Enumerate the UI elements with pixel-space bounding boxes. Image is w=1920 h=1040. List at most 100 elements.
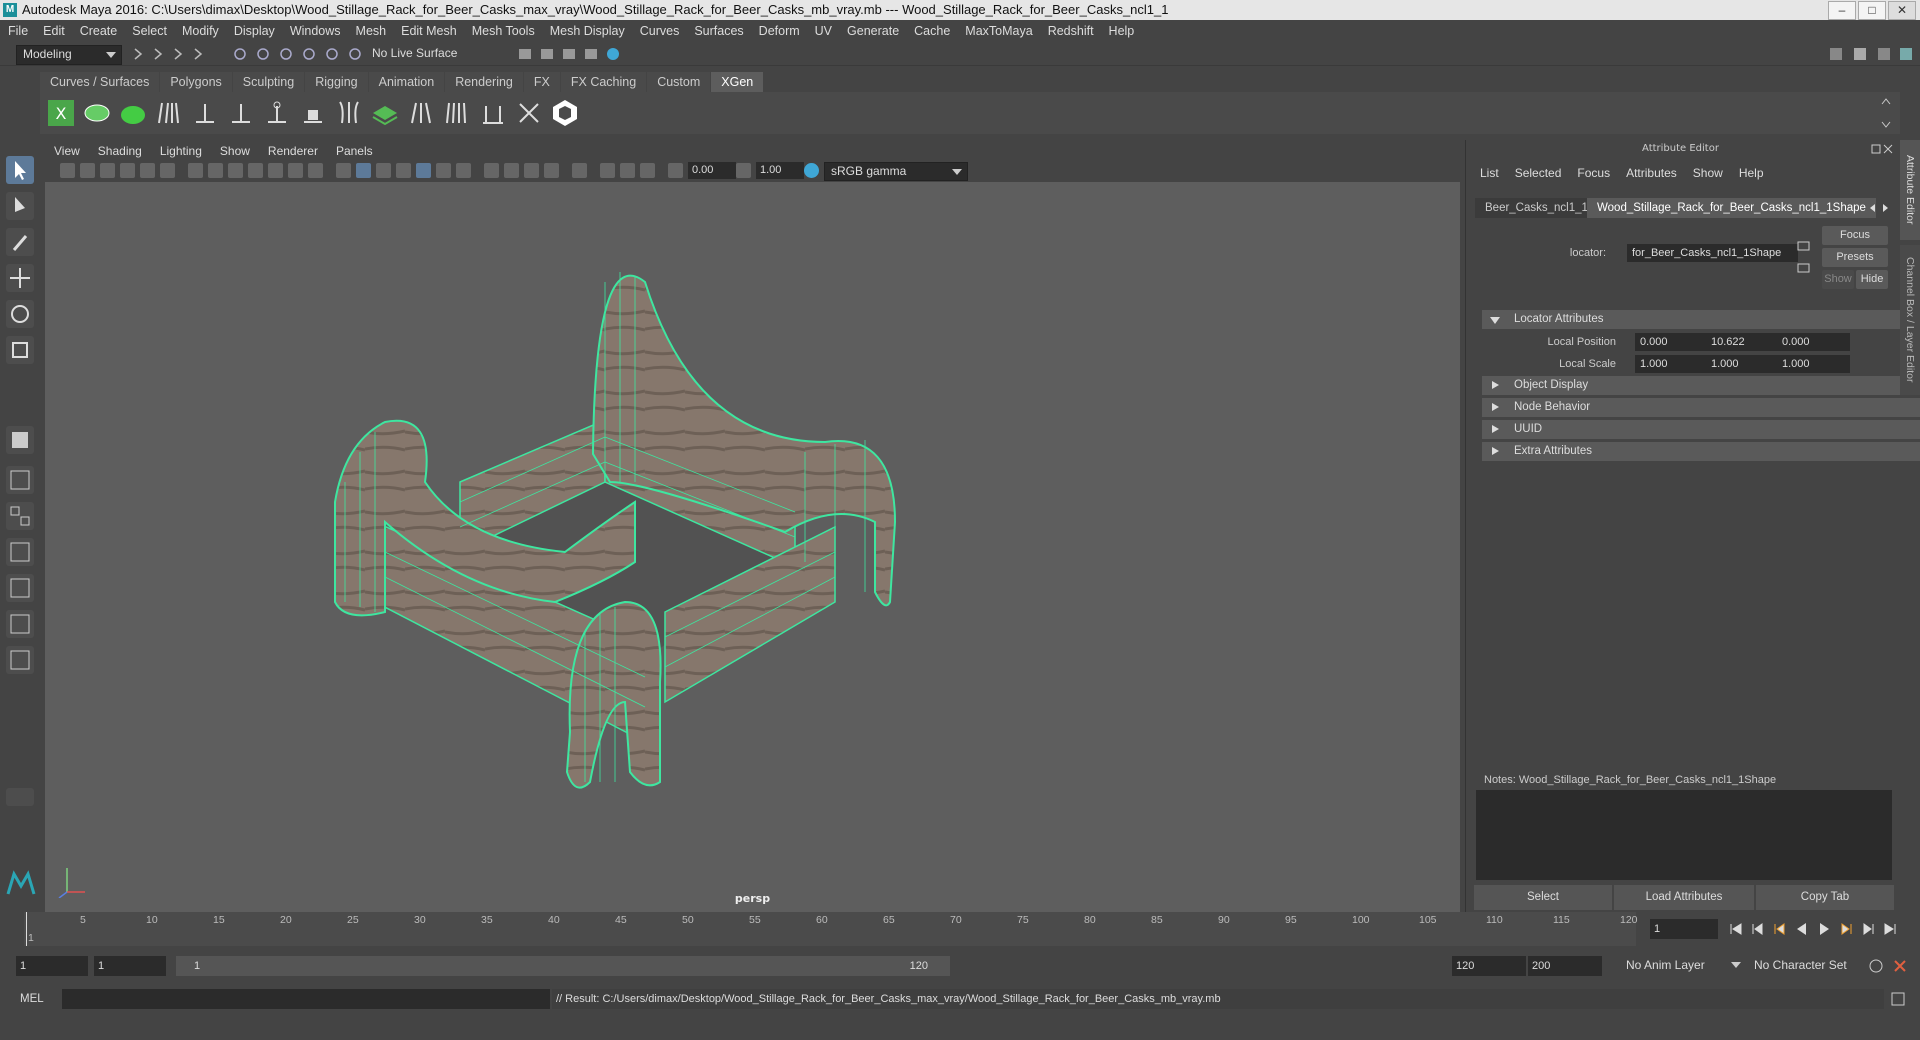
minimize-button[interactable]: – xyxy=(1828,1,1856,20)
attribute-editor-toggle-icon[interactable] xyxy=(1852,46,1868,62)
local-scale-z[interactable]: 1.000 xyxy=(1777,355,1850,373)
resolution-gate-icon[interactable] xyxy=(228,163,243,178)
panel-menu-lighting[interactable]: Lighting xyxy=(160,142,202,160)
menu-uv[interactable]: UV xyxy=(815,24,832,38)
local-position-z[interactable]: 0.000 xyxy=(1777,333,1850,351)
move-tool-icon[interactable] xyxy=(6,264,34,292)
menu-surfaces[interactable]: Surfaces xyxy=(694,24,743,38)
render-view-icon[interactable] xyxy=(517,46,533,62)
section-node-behavior[interactable]: Node Behavior xyxy=(1482,398,1920,417)
last-tool-icon[interactable] xyxy=(6,426,34,454)
hypershade-icon[interactable] xyxy=(605,46,621,62)
modeling-toolkit-icon[interactable] xyxy=(1828,46,1844,62)
xgen-editor-icon[interactable]: X xyxy=(46,98,76,128)
shelf-tab-custom[interactable]: Custom xyxy=(647,72,711,92)
animation-end-field[interactable]: 200 xyxy=(1528,956,1602,976)
menu-windows[interactable]: Windows xyxy=(290,24,341,38)
isolate-select-icon[interactable] xyxy=(572,163,587,178)
ae-menu-attributes[interactable]: Attributes xyxy=(1626,166,1677,180)
grid-toggle-icon[interactable] xyxy=(188,163,203,178)
auto-key-icon[interactable] xyxy=(1868,958,1884,974)
comb-icon[interactable] xyxy=(442,98,472,128)
delete-guide-icon[interactable] xyxy=(514,98,544,128)
lasso-tool-icon[interactable] xyxy=(6,192,34,220)
anim-layer-dropdown[interactable]: No Anim Layer xyxy=(1620,956,1746,976)
2d-pan-zoom-icon[interactable] xyxy=(140,163,155,178)
field-chart-icon[interactable] xyxy=(268,163,283,178)
safe-title-icon[interactable] xyxy=(308,163,323,178)
copy-tab-button[interactable]: Copy Tab xyxy=(1756,885,1894,910)
menu-curves[interactable]: Curves xyxy=(640,24,680,38)
rebuild-guide-icon[interactable] xyxy=(262,98,292,128)
arrow-right-icon[interactable] xyxy=(130,46,146,62)
tab-next-icon[interactable] xyxy=(1880,203,1890,213)
paint-select-tool-icon[interactable] xyxy=(6,228,34,256)
menu-select[interactable]: Select xyxy=(132,24,167,38)
step-forward-key-icon[interactable] xyxy=(1838,921,1854,937)
motion-blur-icon[interactable] xyxy=(504,163,519,178)
go-to-output-icon[interactable] xyxy=(1796,261,1812,275)
menu-redshift[interactable]: Redshift xyxy=(1048,24,1094,38)
default-material-icon[interactable] xyxy=(376,163,391,178)
exposure-field[interactable]: 0.00 xyxy=(688,162,736,179)
xgen-hexagon-icon[interactable] xyxy=(550,98,580,128)
section-uuid[interactable]: UUID xyxy=(1482,420,1920,439)
arrow-right-icon[interactable] xyxy=(170,46,186,62)
side-tab-attribute-editor[interactable]: Attribute Editor xyxy=(1900,140,1920,240)
shelf-scroll-icon[interactable] xyxy=(1880,96,1892,130)
lock-guide-icon[interactable] xyxy=(298,98,328,128)
menu-display[interactable]: Display xyxy=(234,24,275,38)
tab-prev-icon[interactable] xyxy=(1868,203,1878,213)
shelf-tab-rendering[interactable]: Rendering xyxy=(445,72,523,92)
arrow-right-icon[interactable] xyxy=(150,46,166,62)
select-by-component-icon[interactable] xyxy=(278,46,294,62)
menu-mesh-display[interactable]: Mesh Display xyxy=(550,24,625,38)
ae-menu-selected[interactable]: Selected xyxy=(1515,166,1562,180)
menu-edit-mesh[interactable]: Edit Mesh xyxy=(401,24,457,38)
notes-field[interactable] xyxy=(1476,790,1892,880)
focus-button[interactable]: Focus xyxy=(1822,226,1888,245)
four-view-layout-icon[interactable] xyxy=(6,502,34,530)
load-attributes-button[interactable]: Load Attributes xyxy=(1614,885,1754,910)
channel-box-icon[interactable] xyxy=(1898,46,1914,62)
wood-stillage-rack-model[interactable] xyxy=(45,182,1460,912)
wireframe-icon[interactable] xyxy=(336,163,351,178)
character-set-dropdown[interactable]: No Character Set xyxy=(1748,956,1872,976)
color-management-icon[interactable] xyxy=(804,163,819,178)
render-frame-icon[interactable] xyxy=(539,46,555,62)
grease-pencil-icon[interactable] xyxy=(160,163,175,178)
select-button[interactable]: Select xyxy=(1474,885,1612,910)
collapse-toolbox-icon[interactable] xyxy=(6,788,34,806)
maximize-button[interactable]: □ xyxy=(1858,1,1886,20)
scale-tool-icon[interactable] xyxy=(6,336,34,364)
select-by-hierarchy-icon[interactable] xyxy=(232,46,248,62)
close-button[interactable]: ✕ xyxy=(1888,1,1916,20)
go-to-end-icon[interactable] xyxy=(1882,921,1898,937)
snap-curve-icon[interactable] xyxy=(324,46,340,62)
xgen-guides-icon[interactable] xyxy=(154,98,184,128)
snap-point-icon[interactable] xyxy=(347,46,363,62)
ambient-occlusion-icon[interactable] xyxy=(484,163,499,178)
menu-edit[interactable]: Edit xyxy=(43,24,65,38)
outliner-layout-icon[interactable] xyxy=(6,610,34,638)
animation-preferences-icon[interactable] xyxy=(1892,958,1908,974)
local-scale-x[interactable]: 1.000 xyxy=(1635,355,1708,373)
ae-menu-help[interactable]: Help xyxy=(1739,166,1764,180)
groom-icon[interactable] xyxy=(406,98,436,128)
gamma-icon[interactable] xyxy=(736,163,751,178)
single-perspective-layout-icon[interactable] xyxy=(6,466,34,494)
float-panel-icon[interactable] xyxy=(1871,144,1881,154)
menu-cache[interactable]: Cache xyxy=(914,24,950,38)
local-position-x[interactable]: 0.000 xyxy=(1635,333,1708,351)
shadows-icon[interactable] xyxy=(456,163,471,178)
shelf-tab-xgen[interactable]: XGen xyxy=(711,72,764,92)
panel-menu-show[interactable]: Show xyxy=(220,142,250,160)
menu-mesh[interactable]: Mesh xyxy=(356,24,387,38)
script-language-toggle[interactable]: MEL xyxy=(20,990,60,1008)
safe-action-icon[interactable] xyxy=(288,163,303,178)
color-space-dropdown[interactable]: sRGB gamma xyxy=(824,162,968,181)
presets-button[interactable]: Presets xyxy=(1822,248,1888,267)
panel-menu-panels[interactable]: Panels xyxy=(336,142,373,160)
local-position-y[interactable]: 10.622 xyxy=(1706,333,1779,351)
select-by-object-icon[interactable] xyxy=(255,46,271,62)
